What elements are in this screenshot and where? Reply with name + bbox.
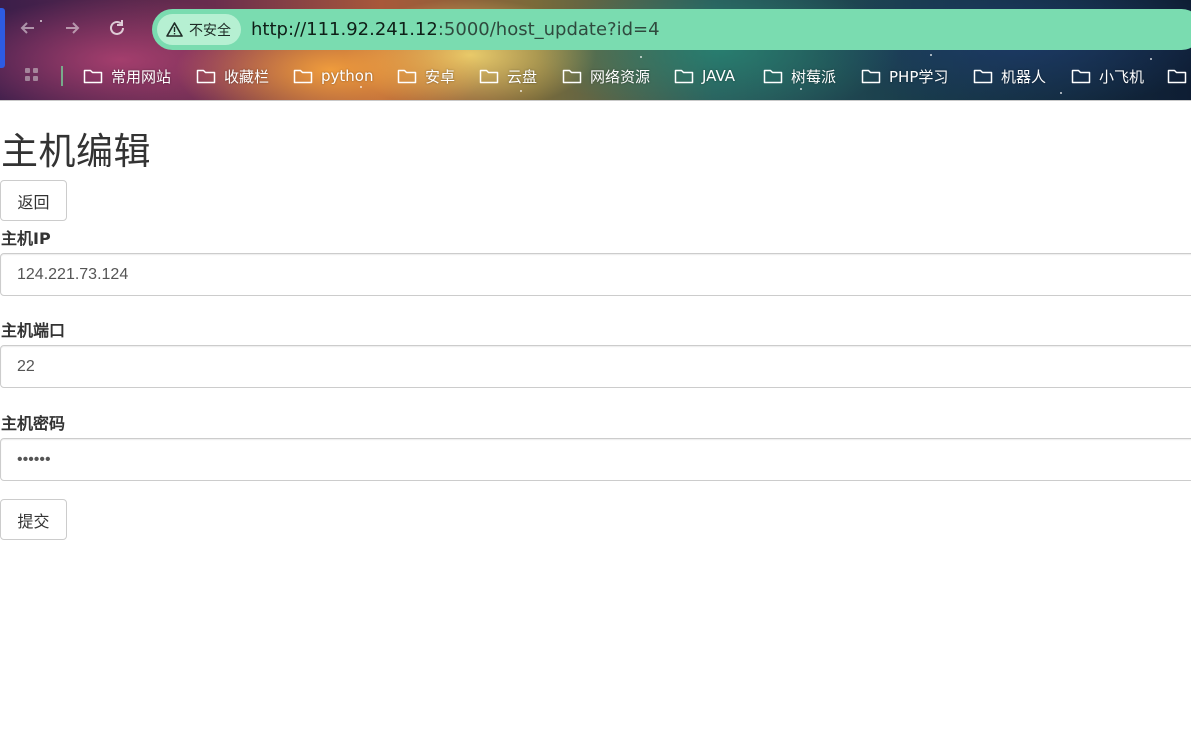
host-ip-label: 主机IP [1,229,51,248]
folder-icon [293,69,313,84]
folder-icon [674,69,694,84]
folder-icon [83,69,103,84]
security-indicator[interactable]: 不安全 [157,14,241,45]
bookmark-label: python [321,67,374,85]
bookmark-item[interactable]: 小飞机 [1071,64,1144,88]
background-star [930,54,932,56]
bookmarks-bar: 常用网站 收藏栏 python 安卓 云盘 网络资源 JAVA 树莓派 PHP学习 机器人 小飞机 [0,58,1191,94]
folder-icon [1167,69,1187,84]
folder-icon [479,69,499,84]
security-label: 不安全 [189,22,231,39]
bookmark-item[interactable]: 收藏栏 [196,64,269,88]
folder-icon [562,69,582,84]
url-host: http://111.92.241.12 [251,19,438,40]
bookmarks-divider [61,66,63,86]
bookmark-item[interactable] [1167,64,1191,88]
address-bar[interactable]: 不安全 http://111.92.241.12:5000/host_updat… [152,9,1191,50]
bookmark-item[interactable]: JAVA [674,64,735,88]
bookmark-item[interactable]: PHP学习 [861,64,948,88]
bookmark-label: JAVA [702,67,736,85]
bookmark-item[interactable]: 树莓派 [763,64,836,88]
folder-icon [397,69,417,84]
bookmark-item[interactable]: 网络资源 [562,64,650,88]
url-text[interactable]: http://111.92.241.12:5000/host_update?id… [251,19,660,40]
submit-button[interactable]: 提交 [0,499,67,540]
bookmark-label: 机器人 [1001,67,1047,86]
bookmark-item[interactable]: 机器人 [973,64,1046,88]
folder-icon [763,69,783,84]
bookmark-label: 云盘 [507,67,538,86]
bookmark-label: 常用网站 [111,67,172,86]
host-password-label: 主机密码 [1,414,66,433]
folder-icon [861,69,881,84]
bookmark-item[interactable]: 安卓 [397,64,455,88]
bookmark-item[interactable]: python [293,64,373,88]
forward-nav-button[interactable] [58,14,86,42]
page-title: 主机编辑 [1,130,151,173]
warning-icon [166,22,183,37]
apps-grid-icon[interactable] [25,68,41,84]
arrow-left-icon [20,22,34,34]
host-port-label: 主机端口 [1,321,66,340]
folder-icon [973,69,993,84]
back-nav-button[interactable] [14,14,42,42]
bookmark-label: 网络资源 [590,67,651,86]
browser-chrome: 不安全 http://111.92.241.12:5000/host_updat… [0,0,1191,101]
bookmark-label: 小飞机 [1099,67,1145,86]
back-button[interactable]: 返回 [0,180,67,221]
arrow-right-icon [66,22,80,34]
bookmark-item[interactable]: 云盘 [479,64,537,88]
reload-button[interactable] [103,14,131,42]
bookmark-label: 树莓派 [791,67,837,86]
host-port-input[interactable] [0,345,1191,388]
reload-icon [110,20,124,35]
folder-icon [196,69,216,84]
bookmark-label: PHP学习 [889,67,949,86]
bookmark-label: 安卓 [425,67,456,86]
folder-icon [1071,69,1091,84]
url-path: :5000/host_update?id=4 [437,19,660,40]
bookmark-label: 收藏栏 [224,67,270,86]
host-password-input[interactable] [0,438,1191,481]
host-ip-input[interactable] [0,253,1191,296]
bookmark-item[interactable]: 常用网站 [83,64,171,88]
